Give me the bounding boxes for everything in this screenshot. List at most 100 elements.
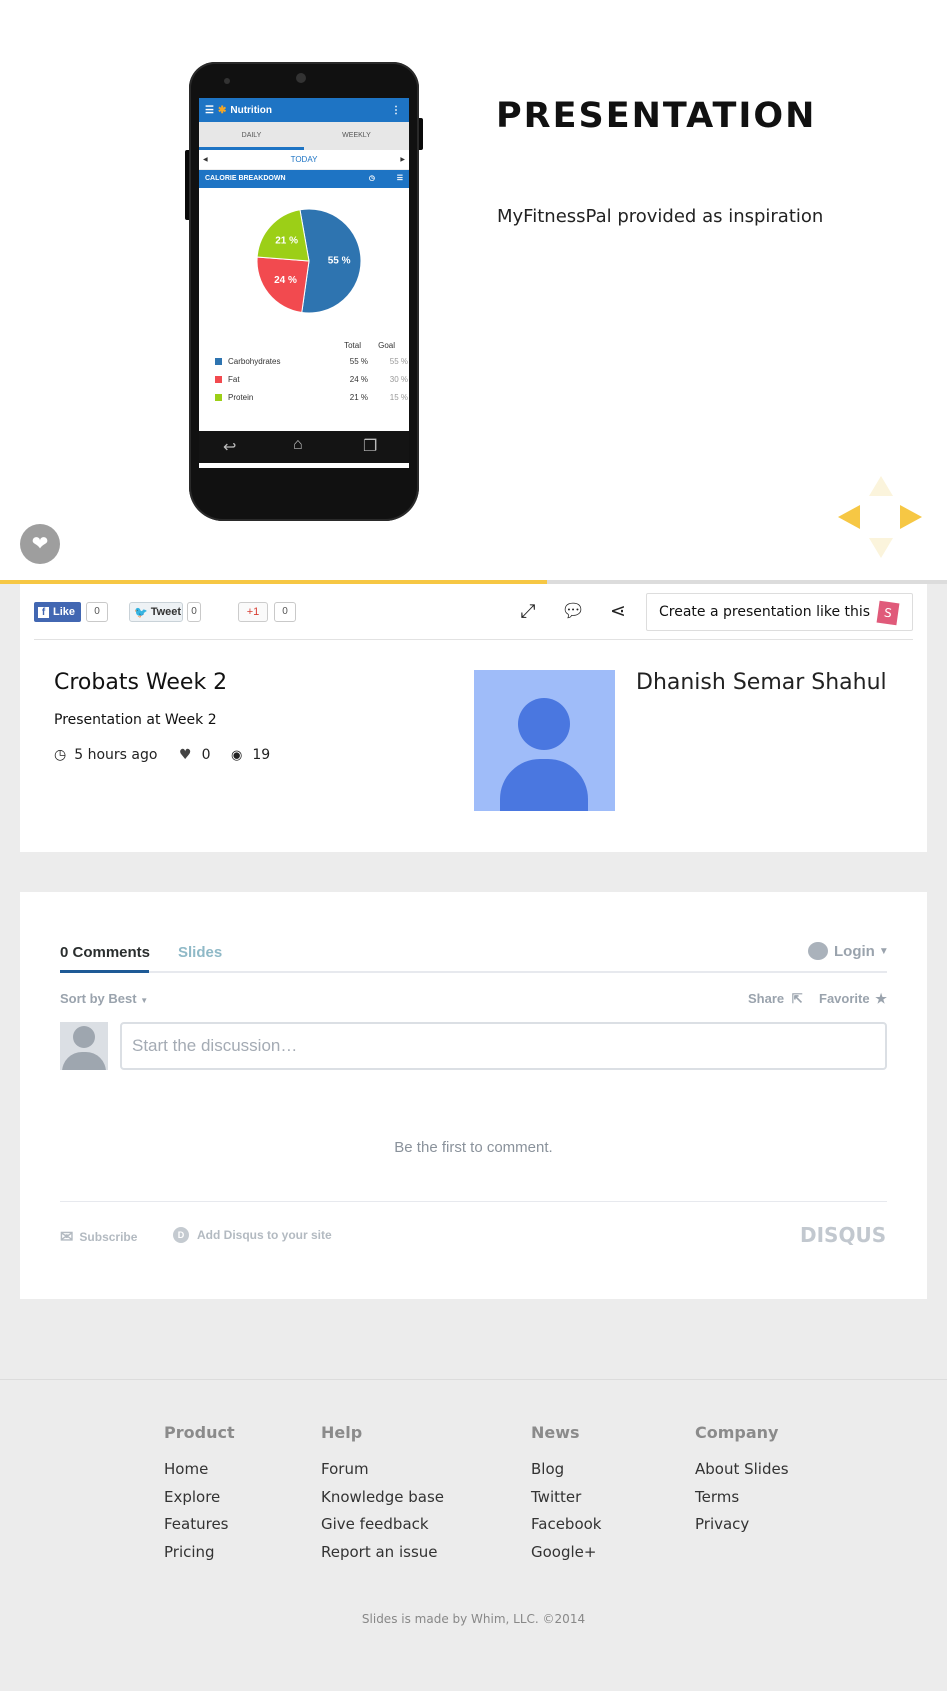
slide-text: MyFitnessPal provided as inspiration — [497, 206, 824, 227]
twitter-icon: 🐦 — [134, 606, 148, 619]
chevron-down-icon: ▼ — [140, 996, 149, 1005]
phone-screen: ☰ ✱ Nutrition ⋮ DAILY WEEKLY ◀ TODAY ▶ C… — [199, 98, 409, 468]
footer-link-pricing[interactable]: Pricing — [164, 1539, 235, 1567]
fullscreen-icon[interactable]: ⤢ — [516, 600, 540, 624]
sort-menu[interactable]: Sort by Best ▼ — [60, 991, 148, 1006]
nav-prev-arrow[interactable] — [838, 505, 860, 529]
legend-total: 24 % — [349, 374, 368, 384]
like-heart-button[interactable]: ❤ — [20, 524, 60, 564]
pie-label-fat: 24 % — [274, 275, 297, 286]
legend-goal: 15 % — [389, 392, 408, 402]
comment-icon[interactable]: 💬︎ — [561, 600, 585, 624]
footer-divider — [60, 1201, 887, 1202]
google-plus-button[interactable]: +1 — [238, 602, 268, 622]
legend-name: Carbohydrates — [228, 356, 281, 366]
calorie-breakdown-bar: CALORIE BREAKDOWN ◷ ☰ — [199, 170, 409, 188]
deck-description: Presentation at Week 2 — [54, 712, 217, 728]
app-bar: ☰ ✱ Nutrition ⋮ — [199, 98, 409, 122]
create-presentation-button[interactable]: Create a presentation like this S — [646, 593, 913, 631]
footer-heading: Company — [695, 1423, 779, 1442]
sort-label: Sort by Best — [60, 991, 137, 1006]
login-label: Login — [834, 942, 875, 960]
disqus-logo[interactable]: DISQUS — [800, 1223, 886, 1247]
like-count: 0 — [86, 602, 108, 622]
footer-link-facebook[interactable]: Facebook — [531, 1511, 601, 1539]
tweet-label: Tweet — [150, 606, 182, 618]
footer-link-features[interactable]: Features — [164, 1511, 235, 1539]
subscribe-link[interactable]: ✉ Subscribe — [60, 1227, 137, 1247]
share-thread-button[interactable]: Share ⇱ — [748, 991, 803, 1007]
share-icon[interactable]: ⋖ — [606, 600, 630, 624]
slides-logo-icon: S — [876, 600, 900, 626]
nav-up-arrow[interactable] — [869, 476, 893, 496]
app-title: Nutrition — [230, 104, 273, 116]
legend-swatch — [215, 393, 222, 401]
footer-heading: Product — [164, 1423, 235, 1442]
footer-link-terms[interactable]: Terms — [695, 1484, 789, 1512]
author-name[interactable]: Dhanish Semar Shahul — [636, 670, 887, 695]
nav-next-arrow[interactable] — [900, 505, 922, 529]
views-count: 19 — [252, 747, 271, 763]
tweet-button[interactable]: 🐦 Tweet — [129, 602, 183, 622]
deck-views: ◉ 19 — [231, 747, 270, 763]
deck-title: Crobats Week 2 — [54, 670, 228, 695]
app-tab-weekly: WEEKLY — [342, 132, 371, 139]
footer-link-report-issue[interactable]: Report an issue — [321, 1539, 444, 1567]
divider — [34, 639, 913, 640]
speech-bubble-icon — [808, 942, 828, 960]
heart-icon: ❤ — [31, 533, 49, 555]
legend-row-protein: Protein 21 % 15 % — [199, 388, 409, 406]
footer-link-forum[interactable]: Forum — [321, 1456, 444, 1484]
slide-title: PRESENTATION — [496, 96, 817, 136]
login-menu[interactable]: Login ▼ — [808, 942, 889, 960]
legend-name: Fat — [228, 374, 240, 384]
footer-heading: Help — [321, 1423, 363, 1442]
share-label: Share — [748, 991, 785, 1006]
export-icon: ⇱ — [791, 991, 803, 1006]
tweet-count: 0 — [187, 602, 201, 622]
legend-row-carbohydrates: Carbohydrates 55 % 55 % — [199, 352, 409, 370]
slide-viewport: ☰ ✱ Nutrition ⋮ DAILY WEEKLY ◀ TODAY ▶ C… — [0, 0, 947, 580]
clock-icon: ◷ — [368, 175, 375, 182]
footer-link-explore[interactable]: Explore — [164, 1484, 235, 1512]
footer-link-privacy[interactable]: Privacy — [695, 1511, 789, 1539]
footer-link-blog[interactable]: Blog — [531, 1456, 601, 1484]
chevron-down-icon: ▼ — [878, 945, 889, 957]
comments-card: 0 Comments Slides Login ▼ Sort by Best ▼… — [20, 892, 927, 1299]
footer-col-company: Company About Slides Terms Privacy — [695, 1423, 789, 1539]
deck-time: ◷ 5 hours ago — [54, 747, 157, 763]
facebook-like-button[interactable]: f Like — [34, 602, 81, 622]
deck-info-card: f Like 0 🐦 Tweet 0 +1 0 ⤢ 💬︎ ⋖ Create a … — [20, 584, 927, 852]
favorite-button[interactable]: Favorite ★ — [819, 991, 887, 1007]
calorie-breakdown-label: CALORIE BREAKDOWN — [205, 175, 286, 182]
footer-col-help: Help Forum Knowledge base Give feedback … — [321, 1423, 444, 1567]
add-disqus-label: Add Disqus to your site — [197, 1228, 332, 1242]
legend-goal: 30 % — [389, 374, 408, 384]
legend-goal: 55 % — [389, 356, 408, 366]
footer-heading: News — [531, 1423, 580, 1442]
footer-link-knowledge-base[interactable]: Knowledge base — [321, 1484, 444, 1512]
phone-mockup-image: ☰ ✱ Nutrition ⋮ DAILY WEEKLY ◀ TODAY ▶ C… — [185, 62, 423, 521]
calorie-pie-chart: 55 % 24 % 21 % — [256, 208, 362, 314]
footer-border — [0, 1379, 947, 1380]
nav-down-arrow[interactable] — [869, 538, 893, 558]
heart-icon: ♥ — [179, 747, 192, 763]
footer-link-google-plus[interactable]: Google+ — [531, 1539, 601, 1567]
back-icon: ↩ — [223, 439, 237, 456]
likes-count: 0 — [201, 747, 211, 763]
app-date-row: ◀ TODAY ▶ — [199, 150, 409, 170]
gplus-label: +1 — [246, 606, 260, 618]
footer-link-twitter[interactable]: Twitter — [531, 1484, 601, 1512]
tab-site[interactable]: Slides — [178, 944, 222, 961]
breakdown-legend: Carbohydrates 55 % 55 % Fat 24 % 30 % Protein 2… — [199, 352, 409, 406]
add-disqus-link[interactable]: D Add Disqus to your site — [173, 1227, 332, 1243]
disqus-d-icon: D — [173, 1227, 189, 1243]
favorite-label: Favorite — [819, 991, 870, 1006]
footer-link-give-feedback[interactable]: Give feedback — [321, 1511, 444, 1539]
footer-link-home[interactable]: Home — [164, 1456, 235, 1484]
comment-input[interactable]: Start the discussion… — [120, 1022, 887, 1070]
footer-link-about[interactable]: About Slides — [695, 1456, 789, 1484]
user-avatar — [60, 1022, 108, 1070]
author-avatar[interactable] — [474, 670, 615, 811]
tab-comments[interactable]: 0 Comments — [60, 944, 150, 961]
